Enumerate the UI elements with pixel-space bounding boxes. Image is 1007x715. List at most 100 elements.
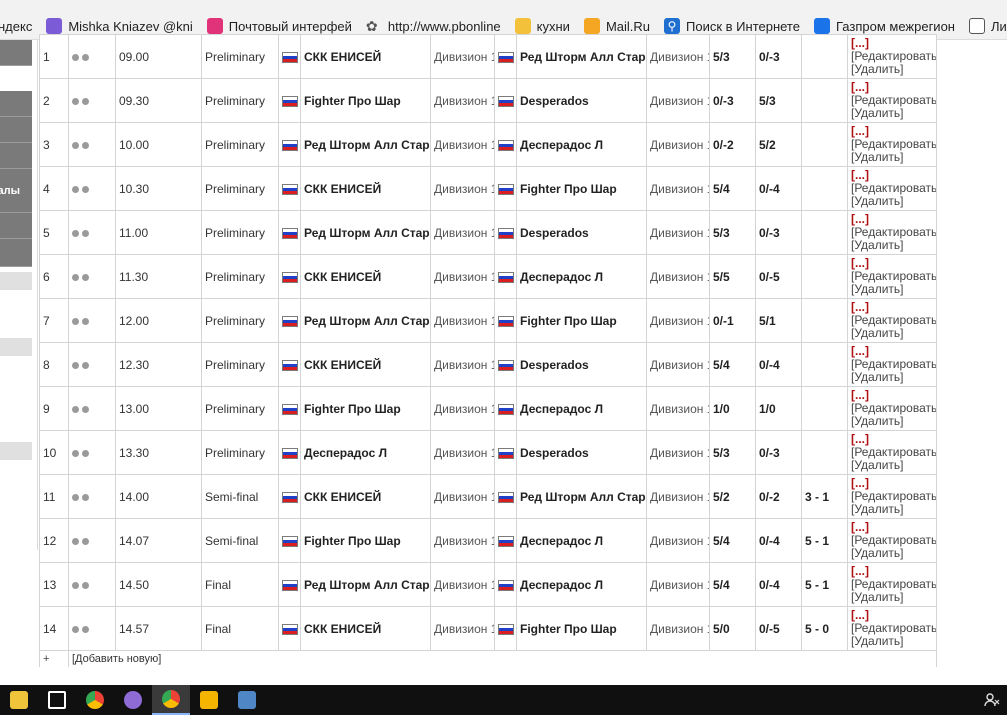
- russia-flag-icon: [498, 183, 514, 195]
- status-dots-icon[interactable]: [72, 534, 92, 548]
- row-actions: [...] [Редактировать] [Удалить]: [847, 166, 937, 211]
- team2-name: Десперадос Л: [516, 518, 647, 563]
- bookmark-item[interactable]: Mail.Ru: [583, 18, 650, 34]
- status-dots-icon[interactable]: [72, 94, 92, 108]
- taskbar-button[interactable]: [76, 685, 114, 715]
- status-dots-icon[interactable]: [72, 446, 92, 460]
- mailru-icon: [583, 18, 600, 34]
- status-dots: [68, 518, 116, 563]
- chrome-active-icon: [162, 690, 180, 708]
- bookmark-item[interactable]: ндекс: [0, 19, 32, 34]
- team2-flag: [494, 34, 517, 79]
- delete-link[interactable]: [Удалить]: [851, 547, 933, 560]
- row-actions: [...] [Редактировать] [Удалить]: [847, 342, 937, 387]
- sidebar-menu-item[interactable]: [0, 213, 32, 239]
- delete-link[interactable]: [Удалить]: [851, 459, 933, 472]
- taskbar-button[interactable]: [228, 685, 266, 715]
- game-number: 10: [39, 430, 69, 475]
- sidebar-menu-item[interactable]: [0, 239, 32, 267]
- taskbar-button[interactable]: [114, 685, 152, 715]
- row-actions: [...] [Редактировать] [Удалить]: [847, 122, 937, 167]
- bookmark-item[interactable]: ⚲ Поиск в Интернете: [664, 18, 800, 34]
- table-row: 13 14.50 Final Ред Шторм Алл Старз Дивизион …: [39, 562, 937, 607]
- status-dots-icon[interactable]: [72, 226, 92, 240]
- team2-name: Fighter Про Шар: [516, 298, 647, 343]
- game-time: 10.30: [115, 166, 202, 211]
- bookmark-item[interactable]: кухни: [514, 18, 570, 34]
- bookmark-item[interactable]: Личный к: [968, 18, 1007, 34]
- viber-icon: [124, 691, 142, 709]
- delete-link[interactable]: [Удалить]: [851, 239, 933, 252]
- status-dots: [68, 474, 116, 519]
- team2-flag: [494, 342, 517, 387]
- team1-flag: [278, 474, 301, 519]
- sidebar-menu-item[interactable]: [0, 40, 32, 66]
- team1-division: Дивизион 1: [430, 386, 495, 431]
- row-actions: [...] [Редактировать] [Удалить]: [847, 34, 937, 79]
- delete-link[interactable]: [Удалить]: [851, 591, 933, 604]
- status-dots: [68, 562, 116, 607]
- delete-link[interactable]: [Удалить]: [851, 503, 933, 516]
- status-dots-icon[interactable]: [72, 270, 92, 284]
- delete-link[interactable]: [Удалить]: [851, 63, 933, 76]
- taskbar-button[interactable]: [190, 685, 228, 715]
- status-dots: [68, 606, 116, 651]
- gazprom-flame-icon: [813, 18, 830, 34]
- sidebar-section-header: [0, 338, 32, 356]
- bookmark-item[interactable]: Почтовый интерфей: [206, 18, 352, 34]
- delete-link[interactable]: [Удалить]: [851, 283, 933, 296]
- add-plus[interactable]: +: [39, 650, 69, 668]
- delete-link[interactable]: [Удалить]: [851, 415, 933, 428]
- status-dots-icon[interactable]: [72, 182, 92, 196]
- store-icon: [48, 691, 66, 709]
- status-dots-icon[interactable]: [72, 402, 92, 416]
- sidebar-menu-item[interactable]: [0, 143, 32, 169]
- status-dots-icon[interactable]: [72, 138, 92, 152]
- status-dots-icon[interactable]: [72, 622, 92, 636]
- table-row: 4 10.30 Preliminary СКК ЕНИСЕЙ Дивизион 1 Fig…: [39, 166, 937, 211]
- game-stage: Preliminary: [201, 122, 279, 167]
- delete-link[interactable]: [Удалить]: [851, 371, 933, 384]
- status-dots-icon[interactable]: [72, 314, 92, 328]
- bookmark-item[interactable]: Mishka Kniazev @kni: [46, 18, 193, 34]
- delete-link[interactable]: [Удалить]: [851, 195, 933, 208]
- status-dots-icon[interactable]: [72, 50, 92, 64]
- team2-score: 0/-4: [755, 342, 802, 387]
- taskbar-button[interactable]: [152, 685, 190, 715]
- delete-link[interactable]: [Удалить]: [851, 151, 933, 164]
- sidebar-menu-item[interactable]: [0, 91, 32, 117]
- people-icon[interactable]: [983, 691, 1001, 709]
- team1-division: Дивизион 1: [430, 166, 495, 211]
- russia-flag-icon: [498, 271, 514, 283]
- folder-icon: [514, 18, 531, 34]
- bookmark-item[interactable]: ✿ http://www.pbonline: [366, 18, 501, 34]
- team2-score: 0/-4: [755, 166, 802, 211]
- team2-flag: [494, 606, 517, 651]
- bookmark-item[interactable]: Газпром межрегион: [813, 18, 955, 34]
- team2-flag: [494, 518, 517, 563]
- add-new-link[interactable]: [Добавить новую]: [72, 653, 161, 665]
- game-time: 12.30: [115, 342, 202, 387]
- sidebar-menu-item[interactable]: [0, 117, 32, 143]
- delete-link[interactable]: [Удалить]: [851, 327, 933, 340]
- sidebar-menu-item[interactable]: алы: [0, 169, 32, 213]
- status-dots-icon[interactable]: [72, 578, 92, 592]
- team1-score: 1/0: [709, 386, 756, 431]
- team1-score: 5/3: [709, 430, 756, 475]
- delete-link[interactable]: [Удалить]: [851, 107, 933, 120]
- russia-flag-icon: [282, 403, 298, 415]
- russia-flag-icon: [282, 447, 298, 459]
- status-dots-icon[interactable]: [72, 358, 92, 372]
- game-time: 14.00: [115, 474, 202, 519]
- team2-flag: [494, 386, 517, 431]
- team2-score: 5/1: [755, 298, 802, 343]
- taskbar-button[interactable]: [0, 685, 38, 715]
- team1-division: Дивизион 1: [430, 606, 495, 651]
- russia-flag-icon: [498, 139, 514, 151]
- status-dots-icon[interactable]: [72, 490, 92, 504]
- game-number: 11: [39, 474, 69, 519]
- taskbar-button[interactable]: [38, 685, 76, 715]
- delete-link[interactable]: [Удалить]: [851, 635, 933, 648]
- team1-score: 5/2: [709, 474, 756, 519]
- game-number: 9: [39, 386, 69, 431]
